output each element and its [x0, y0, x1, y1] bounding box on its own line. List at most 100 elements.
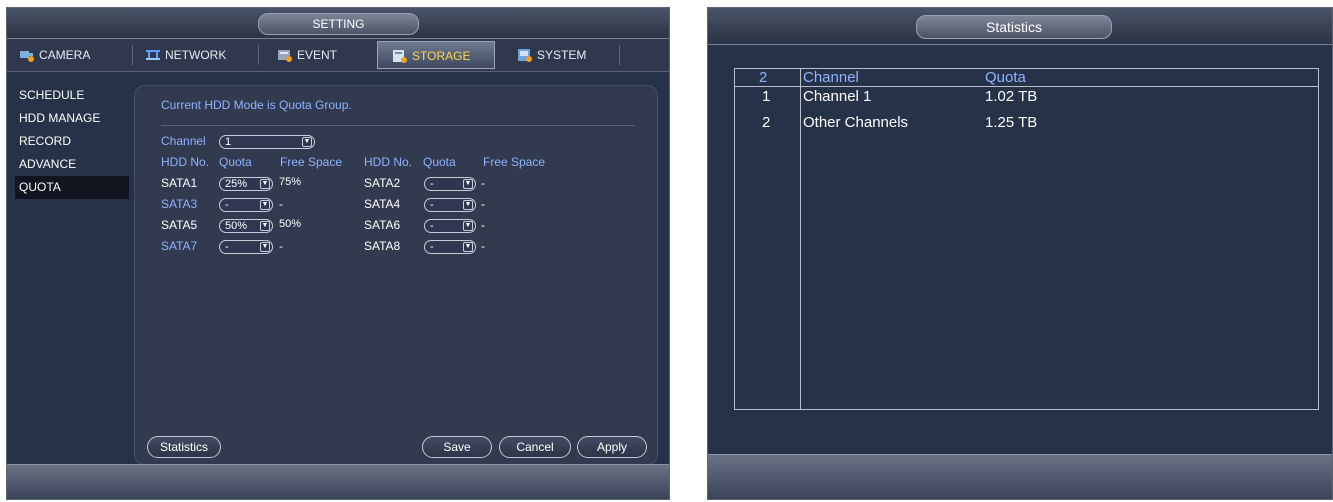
row-index: 2: [762, 114, 771, 131]
mode-text: Current HDD Mode is Quota Group.: [161, 98, 352, 112]
menu-item-quota[interactable]: QUOTA: [15, 176, 129, 199]
tab-camera-label: CAMERA: [39, 48, 91, 62]
chevron-down-icon[interactable]: ▼: [260, 179, 270, 189]
statistics-table: 2 Channel Quota 1 Channel 1 1.02 TB 2 Ot…: [734, 68, 1319, 410]
hdd-label: SATA7: [161, 239, 198, 253]
quota-select[interactable]: - ▼: [424, 219, 476, 233]
apply-button[interactable]: Apply: [577, 436, 647, 458]
setting-titlebar: SETTING: [7, 8, 669, 39]
tab-divider: [132, 45, 133, 65]
header-hdd-no-left: HDD No.: [161, 155, 210, 169]
header-free-left: Free Space: [280, 155, 343, 169]
menu-item-schedule[interactable]: SCHEDULE: [15, 84, 129, 107]
free-space-value: 50%: [279, 218, 302, 230]
free-space-value: -: [279, 239, 283, 253]
chevron-down-icon[interactable]: ▼: [260, 242, 270, 252]
quota-select[interactable]: - ▼: [219, 198, 273, 212]
quota-value: -: [225, 199, 229, 211]
chevron-down-icon[interactable]: ▼: [463, 221, 473, 231]
menu-item-advance[interactable]: ADVANCE: [15, 153, 129, 176]
storage-icon: [392, 45, 408, 63]
setting-bottom-bar: [7, 464, 669, 499]
channel-label: Channel: [161, 134, 206, 148]
channel-value: 1: [225, 136, 232, 148]
hdd-label: SATA4: [364, 197, 401, 211]
row-index: 1: [762, 88, 771, 105]
free-space-value: -: [481, 176, 485, 190]
header-quota-right: Quota: [423, 155, 456, 169]
header-quota-left: Quota: [219, 155, 252, 169]
quota-select[interactable]: - ▼: [424, 240, 476, 254]
save-button[interactable]: Save: [422, 436, 492, 458]
side-menu: SCHEDULE HDD MANAGE RECORD ADVANCE QUOTA: [15, 84, 129, 199]
statistics-bottom-bar: [708, 454, 1332, 499]
tab-system[interactable]: SYSTEM: [507, 41, 627, 69]
statistics-button[interactable]: Statistics: [147, 436, 221, 458]
chevron-down-icon[interactable]: ▼: [260, 200, 270, 210]
chevron-down-icon[interactable]: ▼: [463, 200, 473, 210]
setting-window: SETTING CAMERA NETWORK EVENT STORAGE SYS…: [6, 7, 670, 500]
row-channel: Channel 1: [803, 88, 872, 105]
tab-system-label: SYSTEM: [537, 48, 587, 62]
quota-value: -: [430, 241, 434, 253]
hdd-label: SATA2: [364, 176, 401, 190]
quota-select[interactable]: - ▼: [424, 198, 476, 212]
system-icon: [517, 44, 533, 62]
menu-item-hdd-manage[interactable]: HDD MANAGE: [15, 107, 129, 130]
free-space-value: -: [481, 197, 485, 211]
tab-bar: CAMERA NETWORK EVENT STORAGE SYSTEM: [7, 39, 669, 72]
tab-storage[interactable]: STORAGE: [377, 41, 495, 69]
free-space-value: -: [279, 197, 283, 211]
free-space-value: -: [481, 239, 485, 253]
hdd-label: SATA3: [161, 197, 198, 211]
network-icon: [145, 44, 161, 60]
hdd-label: SATA8: [364, 239, 401, 253]
tab-divider: [619, 45, 620, 65]
setting-title: SETTING: [258, 13, 419, 35]
row-quota: 1.25 TB: [985, 114, 1038, 131]
hdd-label: SATA6: [364, 218, 401, 232]
quota-select[interactable]: 50% ▼: [219, 219, 273, 233]
quota-value: 50%: [225, 220, 248, 232]
channel-select[interactable]: 1 ▼: [219, 135, 315, 149]
quota-value: -: [430, 178, 434, 190]
tab-event-label: EVENT: [297, 48, 338, 62]
tab-storage-label: STORAGE: [412, 49, 471, 63]
quota-value: -: [430, 199, 434, 211]
tab-network-label: NETWORK: [165, 48, 227, 62]
free-space-value: 75%: [279, 176, 302, 188]
header-free-right: Free Space: [483, 155, 546, 169]
menu-item-record[interactable]: RECORD: [15, 130, 129, 153]
camera-icon: [19, 44, 35, 62]
tab-divider: [258, 45, 259, 65]
header-hdd-no-right: HDD No.: [364, 155, 413, 169]
free-space-value: -: [481, 218, 485, 232]
quota-select[interactable]: - ▼: [219, 240, 273, 254]
header-quota: Quota: [985, 69, 1026, 86]
statistics-titlebar: Statistics: [708, 8, 1332, 45]
tab-event[interactable]: EVENT: [267, 41, 367, 69]
chevron-down-icon[interactable]: ▼: [260, 221, 270, 231]
quota-panel: Current HDD Mode is Quota Group. Channel…: [134, 85, 658, 465]
hdd-label: SATA1: [161, 176, 198, 190]
tab-network[interactable]: NETWORK: [145, 41, 255, 69]
chevron-down-icon[interactable]: ▼: [463, 179, 473, 189]
chevron-down-icon[interactable]: ▼: [302, 137, 312, 147]
row-quota: 1.02 TB: [985, 88, 1038, 105]
cancel-button[interactable]: Cancel: [499, 436, 571, 458]
header-count: 2: [759, 69, 768, 86]
tab-camera[interactable]: CAMERA: [19, 41, 129, 69]
row-channel: Other Channels: [803, 114, 909, 131]
quota-value: -: [430, 220, 434, 232]
chevron-down-icon[interactable]: ▼: [463, 242, 473, 252]
quota-select[interactable]: 25% ▼: [219, 177, 273, 191]
header-channel: Channel: [803, 69, 859, 86]
table-column-divider: [800, 69, 801, 409]
event-icon: [277, 44, 293, 62]
quota-value: 25%: [225, 178, 248, 190]
quota-value: -: [225, 241, 229, 253]
quota-select[interactable]: - ▼: [424, 177, 476, 191]
hdd-label: SATA5: [161, 218, 198, 232]
statistics-title: Statistics: [916, 15, 1112, 39]
panel-divider: [161, 125, 635, 126]
